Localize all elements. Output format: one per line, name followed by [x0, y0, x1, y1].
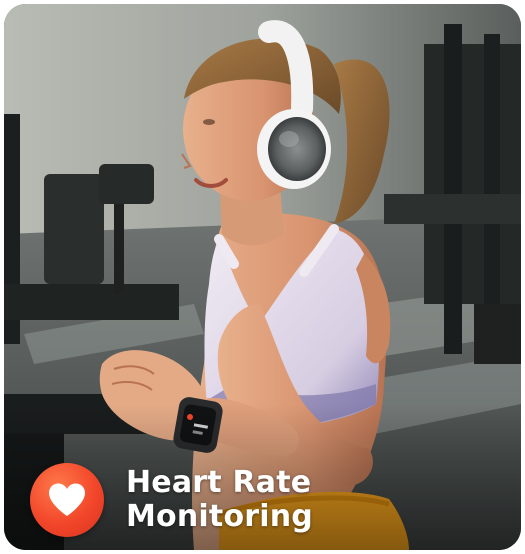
feature-caption: Heart Rate Monitoring	[30, 460, 313, 540]
feature-card: Heart Rate Monitoring	[4, 4, 521, 550]
feature-title-line-1: Heart Rate	[126, 465, 312, 500]
heart-badge	[30, 463, 104, 537]
feature-title: Heart Rate Monitoring	[126, 466, 313, 534]
heart-icon	[49, 483, 85, 516]
feature-title-line-2: Monitoring	[126, 499, 313, 534]
